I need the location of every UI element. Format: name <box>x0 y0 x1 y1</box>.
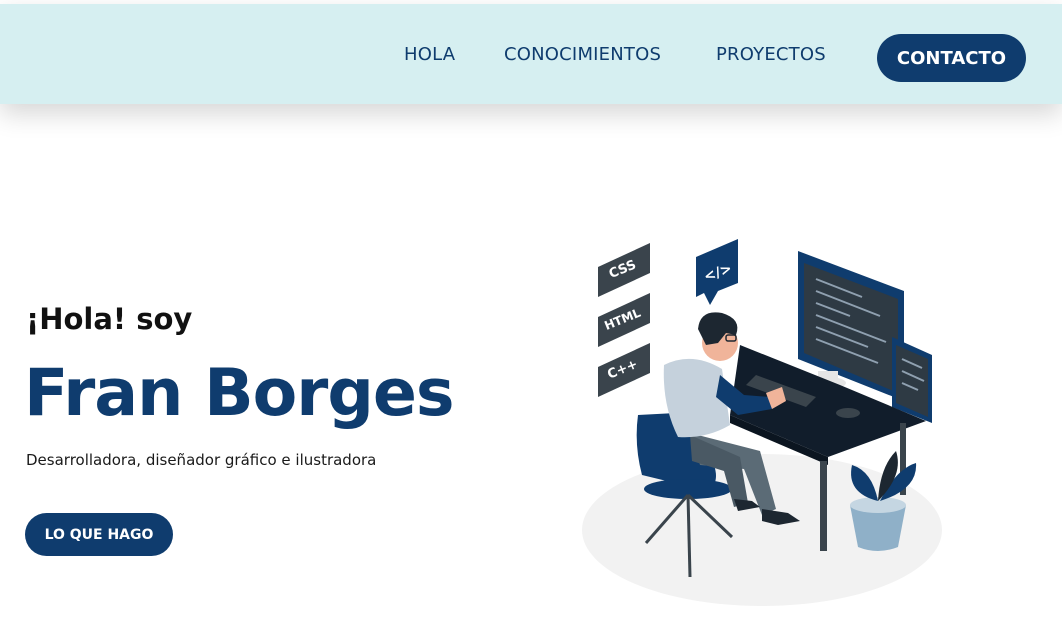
hero-greeting: ¡Hola! soy <box>26 302 193 336</box>
top-navbar: HOLA CONOCIMIENTOS PROYECTOS CONTACTO <box>0 4 1062 104</box>
lo-que-hago-label: LO QUE HAGO <box>44 526 154 543</box>
nav-link-conocimientos[interactable]: CONOCIMIENTOS <box>504 44 661 65</box>
lo-que-hago-button[interactable]: LO QUE HAGO <box>25 513 173 556</box>
html-badge-icon: HTML <box>598 293 650 347</box>
css-badge-icon: CSS <box>598 243 650 297</box>
code-bubble-icon: </> <box>696 239 738 305</box>
nav-link-hola[interactable]: HOLA <box>404 44 455 65</box>
contact-button[interactable]: CONTACTO <box>877 34 1026 82</box>
contact-button-label: CONTACTO <box>896 47 1007 69</box>
nav-link-proyectos[interactable]: PROYECTOS <box>716 44 826 65</box>
hero-name: Fran Borges <box>24 356 455 431</box>
cpp-badge-icon: C++ <box>598 343 650 397</box>
hero-subtitle: Desarrolladora, diseñador gráfico e ilus… <box>26 451 377 469</box>
developer-illustration: CSS HTML C++ </> <box>582 239 942 606</box>
